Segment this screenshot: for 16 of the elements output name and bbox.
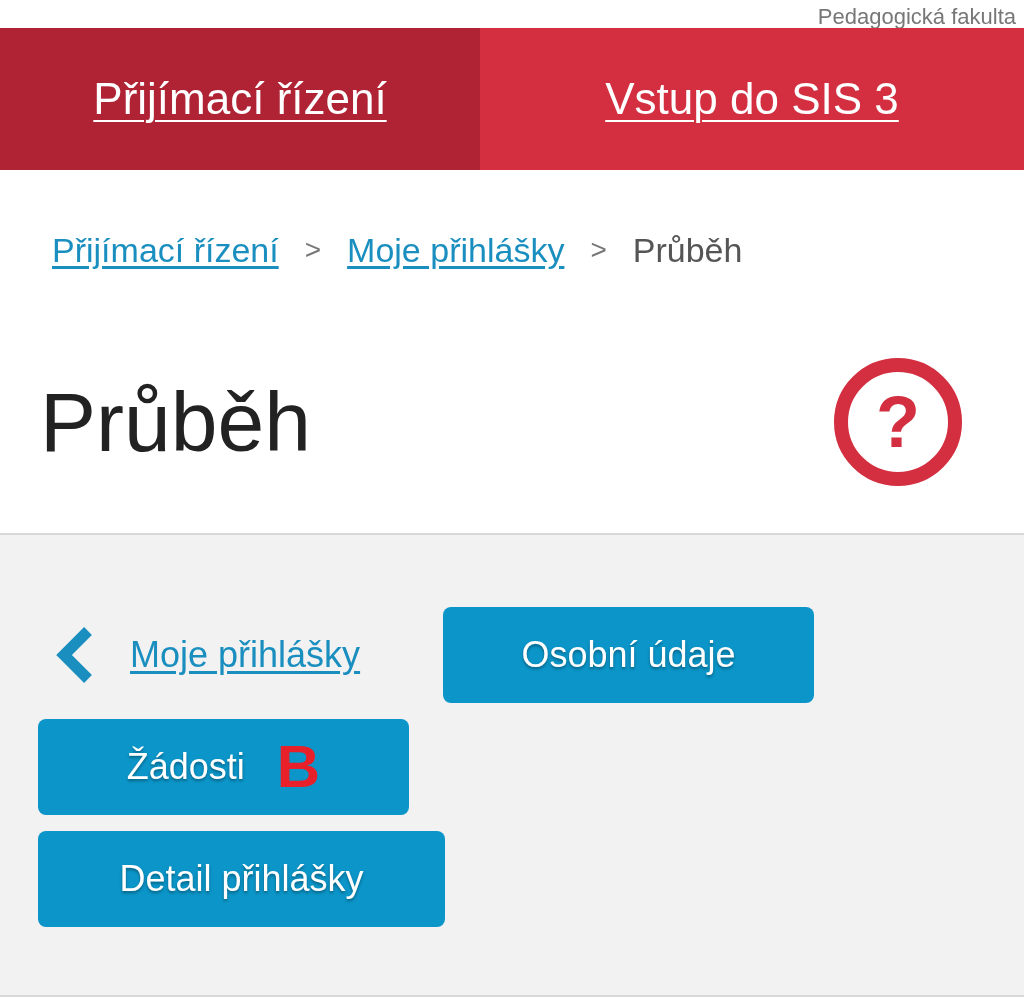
breadcrumb-separator: > xyxy=(304,233,322,267)
chevron-left-icon xyxy=(56,627,94,683)
nav-tab[interactable]: Přijímací řízení xyxy=(0,28,480,170)
nav-button[interactable]: Žádosti B xyxy=(38,719,409,815)
annotation-letter: B xyxy=(276,737,321,797)
breadcrumb-current: Průběh xyxy=(632,229,743,271)
help-button[interactable]: ? xyxy=(834,357,962,486)
breadcrumb-link[interactable]: Přijímací řízení xyxy=(52,224,279,276)
breadcrumb-link[interactable]: Moje přihlášky xyxy=(347,224,565,276)
page-title: Průběh xyxy=(40,379,311,464)
back-link[interactable]: Moje přihlášky xyxy=(38,627,405,683)
nav-tab[interactable]: Vstup do SIS 3 xyxy=(480,28,1024,170)
breadcrumb-separator: > xyxy=(590,233,607,267)
nav-button[interactable]: Detail přihlášky xyxy=(38,831,445,927)
nav-button[interactable]: Osobní údaje xyxy=(443,607,814,703)
faculty-name: Pedagogická fakulta xyxy=(817,6,1016,28)
